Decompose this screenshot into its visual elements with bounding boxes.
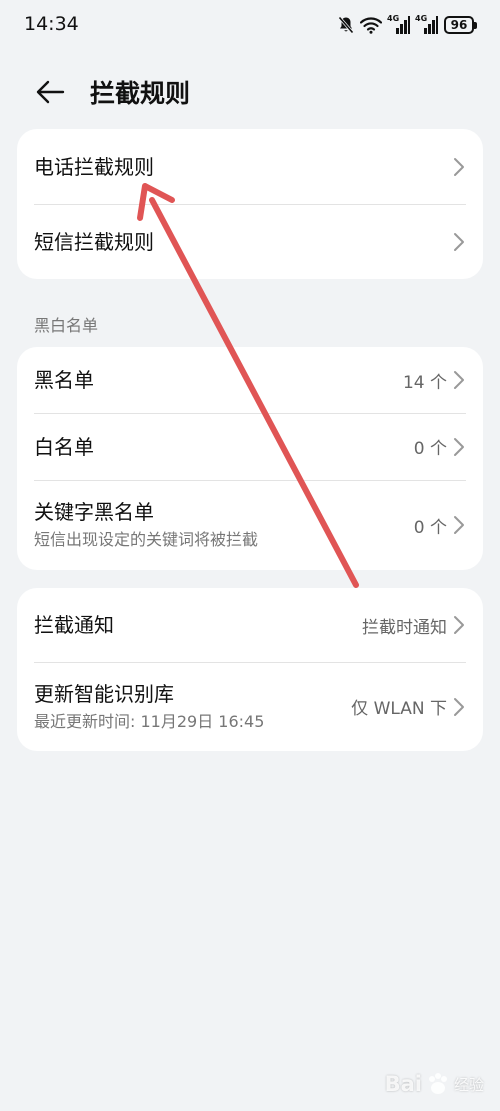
row-label: 黑名单 [34,368,94,392]
header: 拦截规则 [0,60,500,122]
row-label: 电话拦截规则 [34,154,154,179]
update-recognition-db-row[interactable]: 更新智能识别库 最近更新时间: 11月29日 16:45 仅 WLAN 下 [17,662,483,751]
back-arrow-icon [36,80,65,104]
status-bar: 14:34 4G 4G 96 [0,0,500,52]
chevron-right-icon [454,697,464,716]
row-value: 0 个 [413,517,447,538]
settings-card: 拦截通知 拦截时通知 更新智能识别库 最近更新时间: 11月29日 16:45 … [17,588,483,751]
whitelist-row[interactable]: 白名单 0 个 [17,413,483,480]
battery-icon: 96 [444,16,477,34]
block-notification-row[interactable]: 拦截通知 拦截时通知 [17,588,483,662]
row-value: 仅 WLAN 下 [351,699,447,719]
sms-block-rules-row[interactable]: 短信拦截规则 [17,204,483,279]
row-label: 更新智能识别库 [34,681,174,706]
row-label: 拦截通知 [34,613,114,637]
watermark: Bai 经验 [385,1071,484,1097]
row-label: 短信拦截规则 [34,229,154,254]
row-label: 白名单 [34,434,94,459]
row-value: 14 个 [402,372,447,393]
rules-card: 电话拦截规则 短信拦截规则 [17,129,483,279]
call-block-rules-row[interactable]: 电话拦截规则 [17,129,483,204]
status-icons: 4G 4G 96 [338,13,477,37]
back-button[interactable] [28,70,72,114]
chevron-right-icon [454,157,464,176]
signal-2-icon: 4G [415,14,438,34]
battery-level: 96 [450,18,468,32]
page-title: 拦截规则 [90,79,191,108]
blacklist-row[interactable]: 黑名单 14 个 [17,347,483,413]
status-time: 14:34 [24,13,79,35]
row-sublabel: 最近更新时间: 11月29日 16:45 [34,711,265,731]
mute-bell-icon [338,16,354,34]
row-sublabel: 短信出现设定的关键词将被拦截 [34,530,259,550]
keyword-blacklist-row[interactable]: 关键字黑名单 短信出现设定的关键词将被拦截 0 个 [17,480,483,570]
wifi-icon [360,16,382,34]
signal-1-label: 4G [387,14,400,23]
chevron-right-icon [454,616,464,634]
row-value: 拦截时通知 [362,617,447,638]
section-label-lists: 黑白名单 [34,316,99,335]
row-value: 0 个 [413,439,447,459]
chevron-right-icon [454,371,464,389]
chevron-right-icon [454,232,464,251]
signal-2-label: 4G [415,14,428,23]
paw-logo-icon [428,1073,447,1094]
watermark-suffix: 经验 [453,1075,484,1094]
signal-1-icon: 4G [387,14,410,34]
chevron-right-icon [454,437,464,456]
lists-card: 黑名单 14 个 白名单 0 个 关键字黑名单 短信出现设定的关键词将被拦截 0… [17,347,483,570]
watermark-brand: Bai [384,1072,422,1096]
row-label: 关键字黑名单 [34,500,154,525]
chevron-right-icon [454,516,464,534]
